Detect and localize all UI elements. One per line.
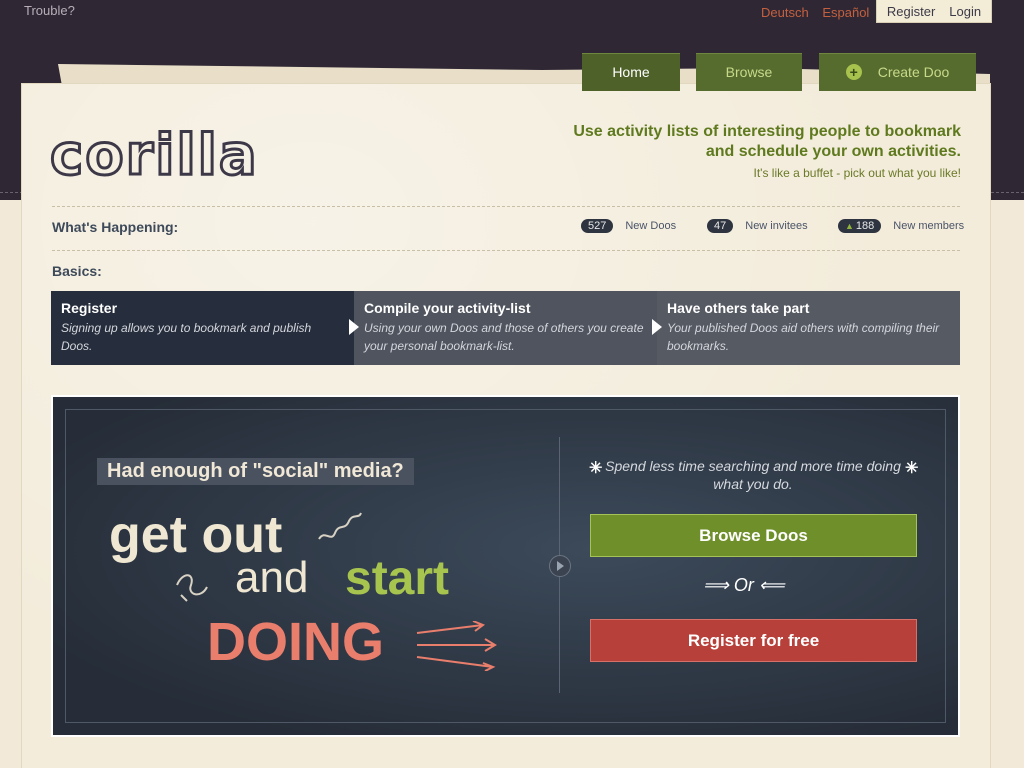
squiggle-decoration-icon [318,512,362,540]
nav-home[interactable]: Home [582,53,680,91]
separator [52,206,960,207]
step-desc: Signing up allows you to bookmark and pu… [61,321,312,353]
login-link[interactable]: Login [949,4,981,19]
promo-headline: Had enough of "social" media? [97,458,414,485]
stat-count: 47 [707,219,734,233]
separator [52,250,960,251]
step-desc: Using your own Doos and those of others … [364,321,644,353]
stat-count: 527 [581,219,614,233]
promo-start: start [345,552,450,605]
basics-steps: Register Signing up allows you to bookma… [51,291,960,365]
nav-create-doo[interactable]: + Create Doo [819,53,976,91]
up-triangle-icon: ▲ [845,221,854,231]
register-free-label: Register for free [687,630,820,650]
step-others[interactable]: Have others take part Your published Doo… [652,291,960,365]
step-register[interactable]: Register Signing up allows you to bookma… [51,291,354,365]
promo-right-text: Spend less time searching and more time … [605,458,901,492]
stat-label: New members [893,220,965,232]
or-text: Or [733,575,754,595]
play-icon[interactable] [549,555,571,577]
trouble-link[interactable]: Trouble? [24,3,75,18]
arrows-decoration-icon [416,621,497,671]
register-free-button[interactable]: Register for free [590,619,917,662]
or-divider: ⟹ Or ⟸ [703,575,785,596]
basics-label: Basics: [52,263,102,279]
nav-create-label: Create Doo [877,64,950,80]
lang-deutsch-link[interactable]: Deutsch [761,5,809,20]
stat-count: 188 [855,220,875,232]
tagline: Use activity lists of interesting people… [573,122,961,162]
step-title: Compile your activity-list [364,300,531,316]
browse-doos-label: Browse Doos [699,525,808,545]
nav-browse[interactable]: Browse [696,53,802,91]
arrow-right-icon [652,319,662,335]
promo-and: and [235,553,309,602]
language-switcher: Deutsch Español [761,5,879,20]
step-compile[interactable]: Compile your activity-list Using your ow… [349,291,657,365]
corilla-logo[interactable]: corilla [50,128,265,180]
arrow-right-icon [349,319,359,335]
swirl-decoration-icon [176,574,208,602]
promo-doing: DOING [207,612,385,672]
nav-home-label: Home [612,64,650,80]
tagline-line2: and schedule your own activities. [705,143,961,160]
whats-happening-label: What's Happening: [52,219,179,235]
promo-board: Had enough of "social" media? get out an… [51,395,960,737]
stat-new-members: ▲ 188 New members [838,219,964,233]
plus-icon: + [845,64,862,80]
step-desc: Your published Doos aid others with comp… [667,321,940,353]
logo-text: corilla [50,128,259,180]
stat-new-doos: 527 New Doos [581,219,676,233]
register-link[interactable]: Register [887,4,935,19]
stat-count-pill: ▲ 188 [838,219,882,233]
auth-box: Register Login [876,0,992,23]
or-dashes-left: ⟹ [703,575,729,595]
sparkle-icon: ✳ [905,460,919,477]
or-dashes-right: ⟸ [758,575,785,595]
step-title: Have others take part [667,300,810,316]
browse-doos-button[interactable]: Browse Doos [590,514,917,557]
stat-label: New Doos [625,220,677,232]
tagline-line1: Use activity lists of interesting people… [573,123,961,140]
step-title: Register [61,300,118,316]
nav-browse-label: Browse [725,64,773,80]
stat-label: New invitees [745,220,808,232]
stat-new-invitees: 47 New invitees [707,219,808,233]
lang-espanol-link[interactable]: Español [822,5,869,20]
sub-tagline: It's like a buffet - pick out what you l… [753,166,961,180]
